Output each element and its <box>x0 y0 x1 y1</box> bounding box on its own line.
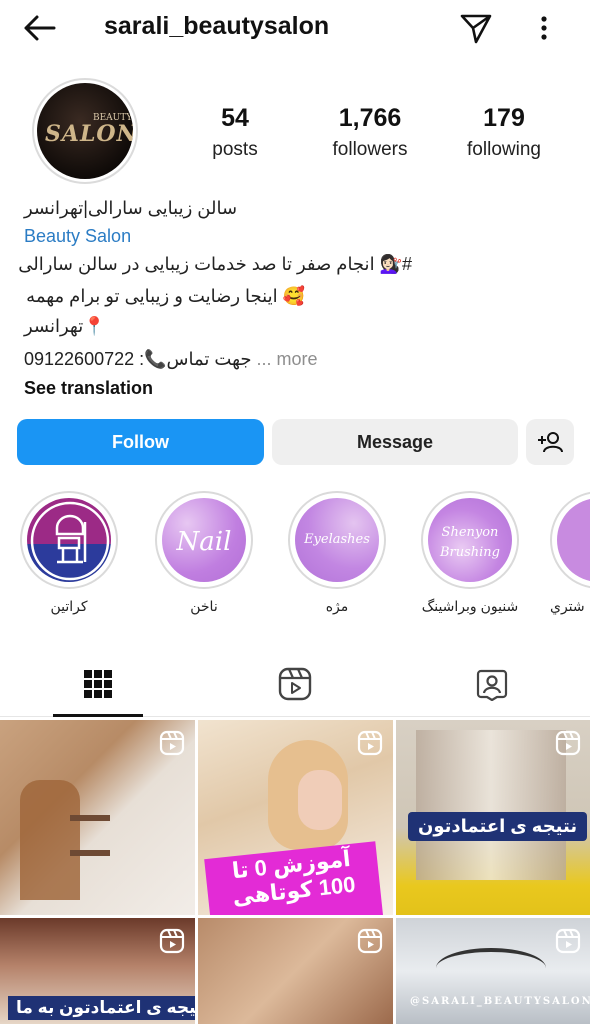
highlight-cover: Shenyon Brushing <box>428 498 512 582</box>
see-translation-link[interactable]: See translation <box>24 378 153 399</box>
tab-reels[interactable] <box>265 660 325 708</box>
profile-username: sarali_beautysalon <box>104 12 330 40</box>
highlight-eyelashes[interactable]: Eyelashes مژه <box>284 491 390 615</box>
post-image-shape <box>416 730 566 880</box>
bio-line-2: 🥰 اینجا رضایت و زیبایی تو برام مهمه <box>26 286 305 306</box>
highlight-nail[interactable]: Nail ناخن <box>151 491 257 615</box>
followers-stat[interactable]: 1,766 followers <box>318 104 422 161</box>
paper-plane-icon <box>460 14 492 44</box>
profile-display-name: سالن زیبایی سارالی|تهرانسر <box>24 198 238 218</box>
highlight-label: مژه <box>325 598 349 614</box>
post-caption: آموزش 0 تا 100 کوتاهی مو <box>204 841 384 915</box>
following-label: following <box>467 139 541 160</box>
message-button[interactable]: Message <box>272 419 518 465</box>
reel-badge-icon <box>555 928 581 954</box>
highlight-cover <box>557 498 590 582</box>
tab-tagged[interactable] <box>462 660 522 708</box>
highlight-brushing[interactable]: Shenyon Brushing شنیون وبراشینگ <box>417 491 523 615</box>
back-button[interactable] <box>20 12 60 44</box>
keratin-dryer-icon <box>30 501 110 581</box>
highlight-label: ناخن <box>190 598 218 614</box>
highlight-label: شتري <box>550 598 585 614</box>
top-bar: sarali_beautysalon <box>0 0 590 56</box>
send-message-button[interactable] <box>458 10 494 46</box>
active-tab-indicator <box>53 714 143 717</box>
post-caption: نتیجه ی اعتمادتون به ما <box>8 996 195 1020</box>
reel-badge-icon <box>357 928 383 954</box>
post-image-shape <box>70 850 110 856</box>
bio-line-3: 📍تهرانسر <box>24 316 106 336</box>
reel-badge-icon <box>159 730 185 756</box>
suggest-users-button[interactable] <box>526 419 574 465</box>
posts-count: 54 <box>221 104 249 132</box>
following-stat[interactable]: 179 following <box>452 104 556 161</box>
highlight-cover-text: Eyelashes <box>304 531 370 547</box>
highlight-partial[interactable]: شتري <box>550 491 590 615</box>
followers-label: followers <box>332 139 408 160</box>
followers-count: 1,766 <box>338 104 402 132</box>
post-tile[interactable]: نتیجه ی اعتمادتون <box>396 720 590 915</box>
logo-salon-text: SALON <box>45 121 133 147</box>
follow-button[interactable]: Follow <box>17 419 264 465</box>
arrow-left-icon <box>24 15 56 41</box>
post-image-shape <box>20 780 80 900</box>
post-image-shape <box>70 815 110 821</box>
more-options-button[interactable] <box>530 10 558 46</box>
tab-grid[interactable] <box>68 660 128 708</box>
add-user-icon <box>538 432 563 453</box>
reel-badge-icon <box>159 928 185 954</box>
tagged-user-icon <box>476 669 508 701</box>
highlight-cover <box>27 498 111 582</box>
highlight-cover: Nail <box>162 498 246 582</box>
vertical-dots-icon <box>541 16 547 40</box>
salon-logo: BEAUTY SALON <box>37 83 133 179</box>
post-tile[interactable]: آموزش 0 تا 100 کوتاهی مو <box>198 720 393 915</box>
bio-phone-line: 09122600722 :📞جهت تماس ... more <box>24 349 318 370</box>
post-tile[interactable] <box>198 918 393 1024</box>
bio-phone-text: 09122600722 :📞جهت تماس <box>24 349 252 369</box>
highlight-keratin[interactable]: کراتین <box>16 491 122 615</box>
post-image-shape <box>298 770 342 830</box>
highlight-cover: Eyelashes <box>295 498 379 582</box>
highlight-cover-text: Nail <box>176 526 232 557</box>
reel-badge-icon <box>555 730 581 756</box>
grid-icon <box>84 670 112 698</box>
post-caption: @SARALI_BEAUTYSALON <box>410 996 590 1007</box>
post-image-shape <box>436 948 546 988</box>
bio-line-1: #💇🏻‍♀️ انجام صفر تا صد خدمات زیبایی در س… <box>18 254 412 274</box>
reel-badge-icon <box>357 730 383 756</box>
posts-label: posts <box>212 139 258 160</box>
following-count: 179 <box>483 104 525 132</box>
post-caption: نتیجه ی اعتمادتون <box>408 812 588 841</box>
posts-stat: 54 posts <box>196 104 274 161</box>
post-tile[interactable]: نتیجه ی اعتمادتون به ما <box>0 918 195 1024</box>
profile-avatar[interactable]: BEAUTY SALON <box>32 78 138 184</box>
post-tile[interactable] <box>0 720 195 915</box>
reels-icon <box>278 667 312 701</box>
post-tile[interactable]: @SARALI_BEAUTYSALON <box>396 918 590 1024</box>
profile-category[interactable]: Beauty Salon <box>24 226 131 247</box>
highlight-cover-text: Shenyon Brushing <box>439 525 501 561</box>
bio-more-link[interactable]: ... more <box>257 349 318 369</box>
highlight-label: کراتین <box>50 598 88 614</box>
highlight-label: شنیون وبراشینگ <box>421 598 519 614</box>
